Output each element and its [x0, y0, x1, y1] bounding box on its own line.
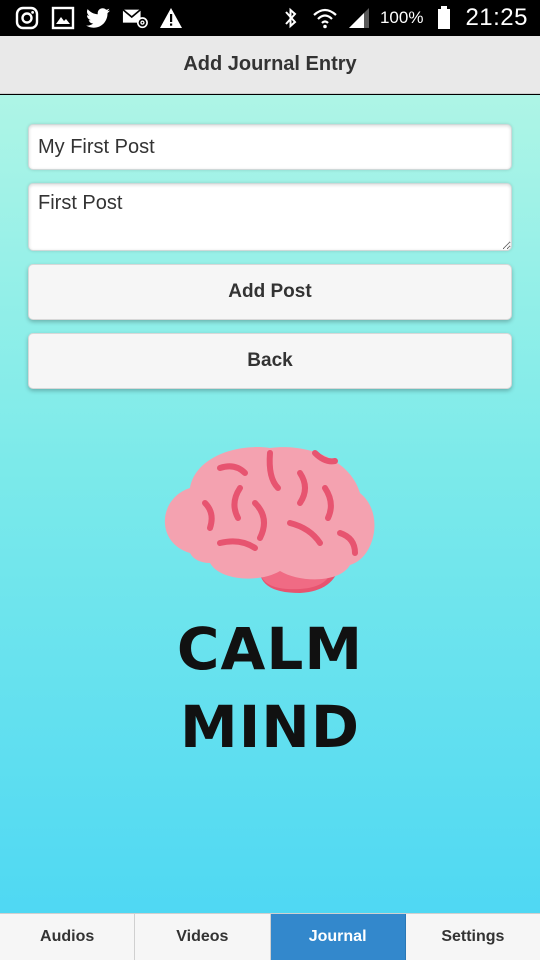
battery-icon [431, 5, 457, 31]
title-input[interactable] [28, 124, 512, 170]
back-button[interactable]: Back [28, 333, 512, 389]
email-icon [122, 5, 148, 31]
tab-audios[interactable]: Audios [0, 914, 136, 960]
status-bar: 100% 21:25 [0, 0, 540, 36]
signal-icon [346, 5, 372, 31]
clock: 21:25 [465, 4, 528, 31]
main-content: First Post Add Post Back CALM MIND [0, 95, 540, 913]
instagram-icon [14, 5, 40, 31]
twitter-icon [86, 5, 112, 31]
page-title: Add Journal Entry [183, 53, 357, 75]
brand-line-2: MIND [180, 693, 360, 761]
image-icon [50, 5, 76, 31]
add-post-button[interactable]: Add Post [28, 264, 512, 320]
brand-line-1: CALM [176, 615, 364, 683]
brain-icon [164, 447, 375, 593]
tab-settings[interactable]: Settings [406, 914, 540, 960]
battery-percent: 100% [379, 8, 424, 27]
header: Add Journal Entry [0, 36, 540, 94]
warning-icon [158, 5, 184, 31]
tab-journal[interactable]: Journal [270, 914, 406, 960]
tab-videos[interactable]: Videos [135, 914, 271, 960]
tab-bar: Audios Videos Journal Settings [0, 913, 540, 960]
body-textarea[interactable]: First Post [28, 183, 512, 251]
bluetooth-icon [278, 5, 304, 31]
wifi-icon [312, 5, 338, 31]
